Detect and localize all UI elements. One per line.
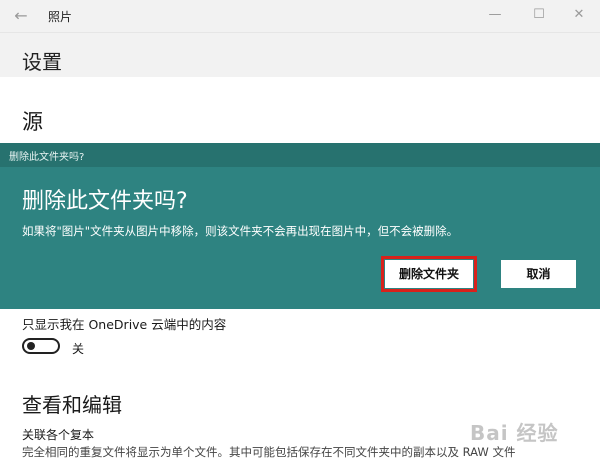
dialog-title-bar: 删除此文件夹吗?	[0, 143, 600, 167]
source-section-title: 源	[22, 110, 43, 134]
linked-duplicates-description: 完全相同的重复文件将显示为单个文件。其中可能包括保存在不同文件夹中的副本以及 R…	[22, 445, 516, 459]
watermark: Bai 经验	[470, 421, 559, 445]
dialog-heading: 删除此文件夹吗?	[22, 189, 188, 214]
settings-header	[0, 33, 600, 77]
back-arrow-icon[interactable]: ←	[10, 6, 32, 26]
title-bar: ← 照片 — ☐ ✕	[0, 0, 600, 33]
page-title: 设置	[22, 50, 62, 74]
delete-folder-dialog: 删除此文件夹吗? 删除此文件夹吗? 如果将"图片"文件夹从图片中移除，则该文件夹…	[0, 143, 600, 309]
delete-folder-button[interactable]: 删除文件夹	[381, 256, 477, 292]
close-icon[interactable]: ✕	[556, 0, 600, 30]
onedrive-only-label: 只显示我在 OneDrive 云端中的内容	[22, 317, 227, 332]
dialog-message: 如果将"图片"文件夹从图片中移除，则该文件夹不会再出现在图片中，但不会被删除。	[22, 224, 459, 238]
cancel-button[interactable]: 取消	[501, 260, 576, 288]
view-edit-section-title: 查看和编辑	[22, 393, 122, 417]
toggle-knob	[27, 342, 35, 350]
toggle-state-label: 关	[72, 342, 85, 356]
dialog-bar-title: 删除此文件夹吗?	[9, 152, 85, 163]
linked-duplicates-label: 关联各个复本	[22, 428, 95, 442]
app-title: 照片	[48, 10, 73, 24]
onedrive-toggle[interactable]	[22, 338, 60, 354]
minimize-icon[interactable]: —	[472, 0, 518, 30]
